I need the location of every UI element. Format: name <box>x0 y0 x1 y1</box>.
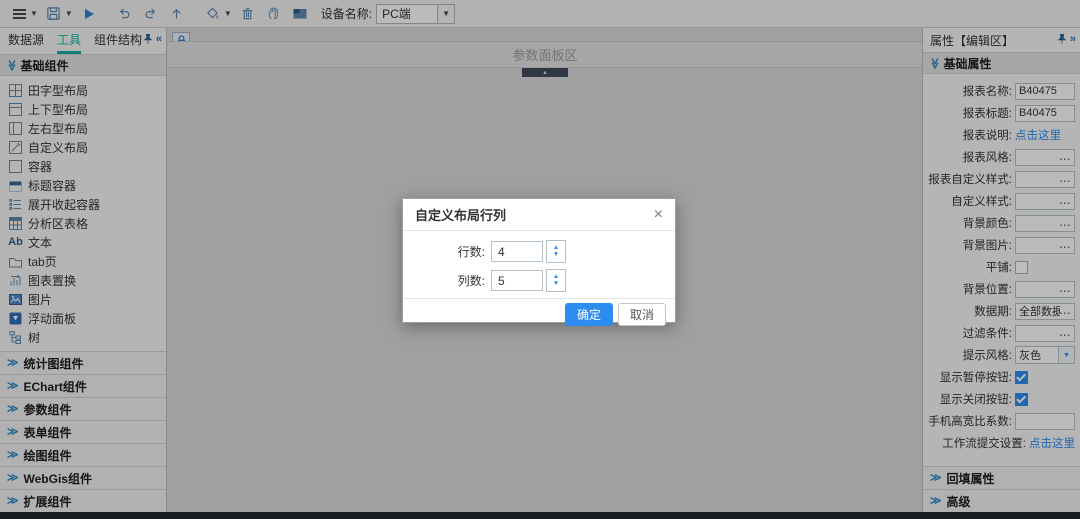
cols-label: 列数: <box>449 272 485 289</box>
custom-layout-dialog: 自定义布局行列 × 行数: ▲ ▼ 列数: ▲ ▼ 确定 <box>402 198 676 323</box>
report-designer-window: ▼ ▼ <box>0 0 1080 519</box>
dialog-title: 自定义布局行列 <box>415 205 506 224</box>
rows-field: 行数: ▲ ▼ <box>449 240 675 263</box>
dialog-body: 行数: ▲ ▼ 列数: ▲ ▼ <box>403 231 675 298</box>
dialog-header: 自定义布局行列 × <box>403 199 675 231</box>
spin-down-icon[interactable]: ▼ <box>553 252 559 259</box>
dialog-footer: 确定 取消 <box>403 298 675 329</box>
rows-label: 行数: <box>449 243 485 260</box>
close-icon[interactable]: × <box>654 207 663 223</box>
cols-stepper[interactable]: ▲ ▼ <box>546 269 566 292</box>
ok-button[interactable]: 确定 <box>565 303 613 326</box>
cols-field: 列数: ▲ ▼ <box>449 269 675 292</box>
spin-down-icon[interactable]: ▼ <box>553 281 559 288</box>
rows-stepper[interactable]: ▲ ▼ <box>546 240 566 263</box>
cancel-button[interactable]: 取消 <box>618 303 666 326</box>
rows-input[interactable] <box>491 241 543 262</box>
cols-input[interactable] <box>491 270 543 291</box>
